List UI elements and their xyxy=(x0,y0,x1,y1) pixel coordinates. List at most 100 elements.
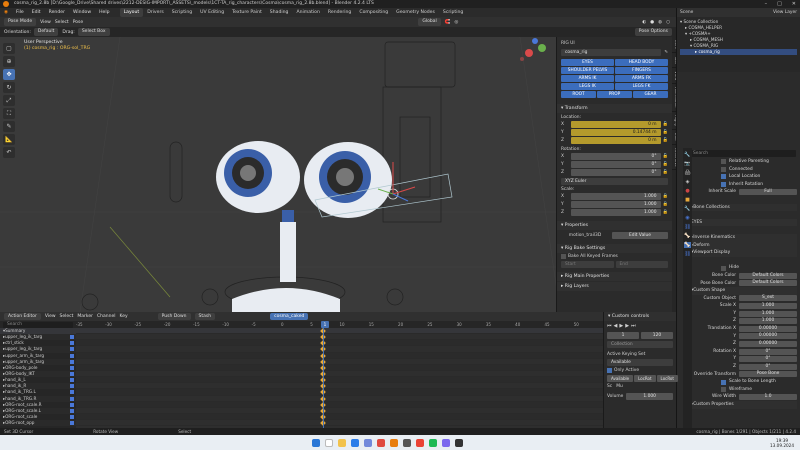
property-row[interactable]: Y 0.00000 xyxy=(691,333,797,341)
rotation-mode-dropdown[interactable]: XYZ Euler xyxy=(561,178,668,185)
transform-tool-icon[interactable]: ⛶ xyxy=(3,108,15,119)
workspace-tab-layout[interactable]: Layout xyxy=(119,8,144,17)
orientation-dropdown[interactable]: Default xyxy=(33,28,59,36)
brave-icon[interactable] xyxy=(416,438,424,447)
dopesheet-row[interactable] xyxy=(76,420,603,427)
property-checkbox[interactable] xyxy=(721,265,726,271)
workspace-tab-texture-paint[interactable]: Texture Paint xyxy=(228,8,266,17)
property-row[interactable]: Inherit Rotation xyxy=(691,181,797,189)
lock-icon[interactable]: 🔓 xyxy=(663,130,668,135)
roll-tool-icon[interactable]: ↶ xyxy=(3,147,15,158)
ae-menu-select[interactable]: Select xyxy=(60,314,74,319)
rig-button-shoulder-pelvis[interactable]: SHOULDER PELVIS xyxy=(561,67,614,74)
channel-toggle-icon[interactable] xyxy=(70,341,74,346)
property-field[interactable]: Full xyxy=(739,189,797,196)
editor-type-dropdown[interactable]: Action Editor xyxy=(4,313,41,320)
property-field[interactable]: 1.0 xyxy=(739,394,797,401)
menu-help[interactable]: Help xyxy=(95,8,113,17)
property-row[interactable]: Local Location xyxy=(691,173,797,181)
sc-label[interactable]: Sc xyxy=(607,384,612,389)
property-checkbox[interactable] xyxy=(721,174,726,180)
annotate-tool-icon[interactable]: ✎ xyxy=(3,121,15,132)
property-checkbox[interactable] xyxy=(721,387,726,393)
property-field[interactable]: 0° xyxy=(739,363,797,370)
lock-icon[interactable]: 🔓 xyxy=(663,162,668,167)
transform-panel-header[interactable]: ▾ Transform xyxy=(557,104,672,113)
workspace-tab-rendering[interactable]: Rendering xyxy=(324,8,355,17)
property-row[interactable]: Inherit Scale Full xyxy=(691,188,797,196)
mu-label[interactable]: Mu xyxy=(616,384,623,389)
property-row[interactable]: ▾ Custom Shape xyxy=(691,287,797,295)
blender-menu-icon[interactable]: ◉ xyxy=(0,8,12,17)
workspace-tab-scripting[interactable]: Scripting xyxy=(168,8,196,17)
ae-menu-key[interactable]: Key xyxy=(119,314,127,319)
channel-toggle-icon[interactable] xyxy=(70,408,74,413)
output-tab-icon[interactable]: 🖨 xyxy=(684,170,690,176)
menu-file[interactable]: File xyxy=(12,8,28,17)
lock-icon[interactable]: 🔓 xyxy=(663,154,668,159)
property-row[interactable]: ▸ Deform xyxy=(691,241,797,250)
keying-set-dropdown[interactable]: Available xyxy=(607,359,673,366)
rig-button-arms-fk[interactable]: ARMS FK xyxy=(615,75,668,82)
location-x-field[interactable]: 0 m xyxy=(571,121,661,128)
action-name-field[interactable]: cosma_caked xyxy=(270,313,309,320)
scale-x-field[interactable]: 1.000 xyxy=(571,193,661,200)
properties-panel-header[interactable]: ▾ Properties xyxy=(557,221,672,230)
channel-toggle-icon[interactable] xyxy=(70,390,74,395)
next-key-icon[interactable]: ▶ xyxy=(625,323,629,329)
rig-button-eyes[interactable]: EYES xyxy=(561,59,614,66)
property-field[interactable]: 0.00000 xyxy=(739,325,797,332)
pose-options-dropdown[interactable]: Pose Options xyxy=(634,28,672,36)
channel-toggle-icon[interactable] xyxy=(70,396,74,401)
rig-button-legs-ik[interactable]: LEGS IK xyxy=(561,83,614,90)
scale-tool-icon[interactable]: ⤢ xyxy=(3,95,15,106)
channel-toggle-icon[interactable] xyxy=(70,372,74,377)
jump-end-icon[interactable]: ⏭ xyxy=(631,323,636,329)
playhead-line[interactable] xyxy=(323,328,324,428)
start-icon[interactable] xyxy=(312,438,320,447)
workspace-tab-scripting-2[interactable]: Scripting xyxy=(439,8,467,17)
constraint-tab-icon[interactable]: ⛓ xyxy=(684,224,690,230)
only-active-checkbox[interactable] xyxy=(607,368,612,373)
available-button[interactable]: Available xyxy=(607,375,634,382)
property-row[interactable]: Z 1.000 xyxy=(691,317,797,325)
rotate-tool-icon[interactable]: ↻ xyxy=(3,82,15,93)
property-row[interactable]: Relative Parenting xyxy=(691,158,797,166)
collection-field[interactable]: Collection xyxy=(607,341,673,348)
clock[interactable]: 19:39 13.09.2024 xyxy=(770,438,794,448)
tool-tab-icon[interactable]: 🔧 xyxy=(684,152,690,158)
shading-material-icon[interactable]: ◍ xyxy=(658,20,662,25)
channel-row[interactable]: ▸ ORG-root_opp xyxy=(0,420,76,427)
rig-button-arms-ik[interactable]: ARMS IK xyxy=(561,75,614,82)
property-row[interactable]: Translation X 0.00000 xyxy=(691,325,797,333)
scale-z-field[interactable]: 1.000 xyxy=(571,209,661,216)
bake-end-field[interactable]: End xyxy=(615,261,668,268)
push-down-button[interactable]: Push Down xyxy=(157,313,191,320)
rig-button-prop[interactable]: PROP xyxy=(597,91,632,98)
ae-menu-view[interactable]: View xyxy=(45,314,56,319)
property-row[interactable]: Override Transform Pose Bone xyxy=(691,371,797,379)
property-row[interactable]: Y 1.000 xyxy=(691,310,797,318)
property-row[interactable]: ▸ Bone Collections xyxy=(691,203,797,212)
render-tab-icon[interactable]: 📷 xyxy=(684,161,690,167)
ae-menu-channel[interactable]: Channel xyxy=(97,314,115,319)
viewport-menu-view[interactable]: View xyxy=(40,20,51,25)
cursor-tool-icon[interactable]: ⊕ xyxy=(3,56,15,67)
workspace-tab-compositing[interactable]: Compositing xyxy=(355,8,392,17)
property-row[interactable]: Z 0° xyxy=(691,363,797,371)
start-frame-field[interactable]: 1 xyxy=(607,332,639,339)
file-explorer-icon[interactable] xyxy=(338,438,346,447)
close-button[interactable]: ✕ xyxy=(792,0,796,8)
play-icon[interactable]: ▶ xyxy=(619,323,623,329)
rig-name-field[interactable]: cosma_rig xyxy=(561,49,662,56)
location-y-field[interactable]: 0.14744 m xyxy=(571,129,661,136)
property-field[interactable]: Pose Bone xyxy=(739,371,797,378)
workspace-tab-geometry-nodes[interactable]: Geometry Nodes xyxy=(392,8,439,17)
spotify-icon[interactable] xyxy=(429,438,437,447)
end-frame-field[interactable]: 120 xyxy=(641,332,673,339)
property-field[interactable]: 1.000 xyxy=(739,318,797,325)
property-row[interactable]: Wireframe xyxy=(691,386,797,394)
workspace-tab-uv-editing[interactable]: UV Editing xyxy=(196,8,228,17)
pin-icon[interactable]: ✎ xyxy=(664,50,668,55)
rig-button-gear[interactable]: GEAR xyxy=(633,91,668,98)
